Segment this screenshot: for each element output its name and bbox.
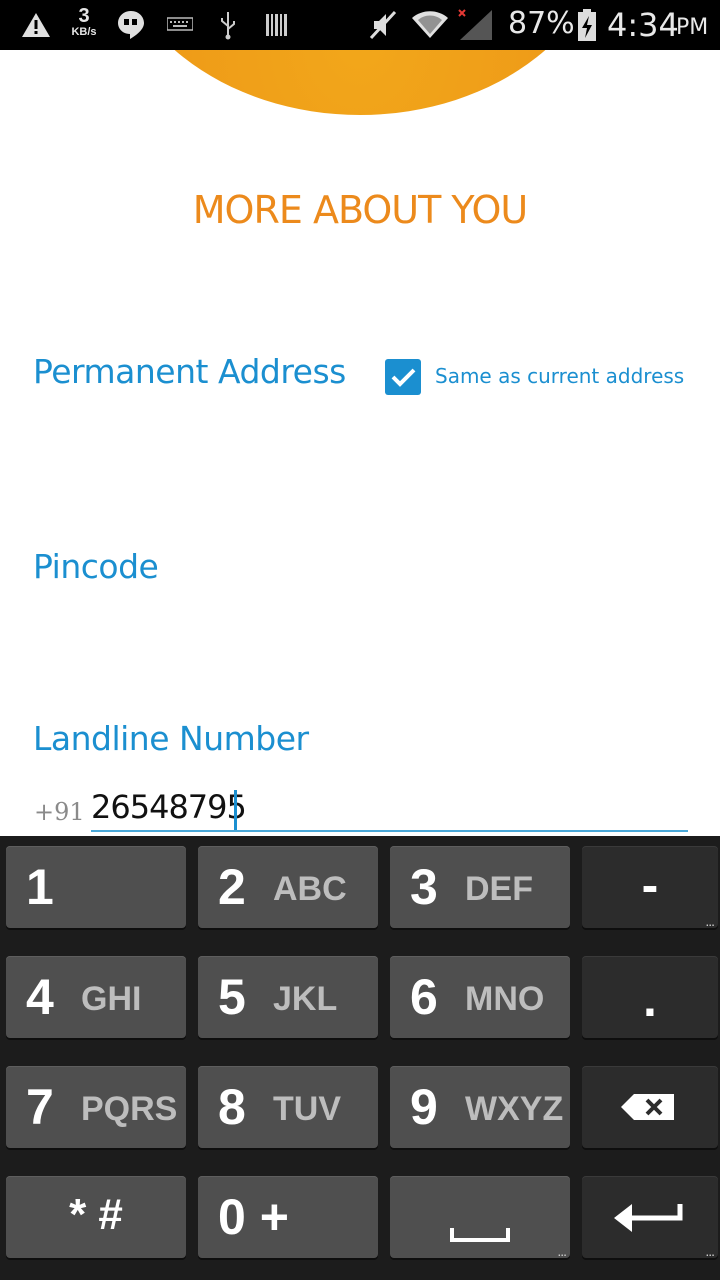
same-address-label[interactable]: Same as current address [435,364,684,388]
key-period-symbol: . [643,971,657,1027]
key-0-plus[interactable]: 0 + [198,1176,378,1258]
permanent-address-label: Permanent Address [33,352,346,391]
pincode-label: Pincode [33,547,159,586]
landline-input-value[interactable]: 26548795 [91,788,247,826]
key-7[interactable]: 7 PQRS [6,1066,186,1148]
key-0-plus-symbol: 0 + [218,1189,289,1245]
page-title: MORE ABOUT YOU [192,188,528,232]
more-options-icon: ... [557,1243,567,1259]
battery-percent: 87% [508,6,575,41]
key-4[interactable]: 4 GHI [6,956,186,1038]
numeric-keyboard: 1 2 ABC 3 DEF - ... 4 GHI 5 JKL 6 MNO . … [0,836,720,1280]
network-speed: 3 KB/s [66,6,102,38]
signal-icon [456,8,494,42]
key-1-digit: 1 [26,859,54,915]
key-2-letters: ABC [273,870,347,908]
key-6-digit: 6 [410,969,438,1025]
key-2[interactable]: 2 ABC [198,846,378,928]
key-star-hash[interactable]: * # [6,1176,186,1258]
speed-unit: KB/s [71,26,97,38]
key-3-letters: DEF [465,870,533,908]
key-2-digit: 2 [218,859,246,915]
app-content: MORE ABOUT YOU Permanent Address Same as… [0,50,720,836]
space-key[interactable]: ... [390,1176,570,1258]
battery-charging-icon [576,8,598,42]
key-1[interactable]: 1 [6,846,186,928]
key-8[interactable]: 8 TUV [198,1066,378,1148]
key-5-digit: 5 [218,969,246,1025]
key-9-digit: 9 [410,1079,438,1135]
text-caret [234,790,237,830]
mute-icon [366,8,400,42]
enter-key[interactable]: ... [582,1176,718,1258]
key-9[interactable]: 9 WXYZ [390,1066,570,1148]
backspace-icon [621,1094,674,1120]
key-6-letters: MNO [465,980,545,1018]
clock-ampm: PM [676,15,709,40]
same-address-checkbox[interactable] [385,359,421,395]
space-icon [450,1228,510,1242]
keyboard-icon [166,8,194,42]
key-minus-symbol: - [641,857,659,913]
usb-icon [216,8,240,42]
more-options-icon: ... [705,1243,715,1259]
key-7-digit: 7 [26,1079,54,1135]
key-5-letters: JKL [273,980,338,1018]
barcode-icon [264,8,290,42]
warning-icon [20,8,52,42]
key-4-letters: GHI [81,980,142,1018]
key-star-hash-symbol: * # [69,1190,123,1239]
backspace-key[interactable] [582,1066,718,1148]
landline-label: Landline Number [33,719,309,758]
key-3[interactable]: 3 DEF [390,846,570,928]
enter-icon [614,1204,683,1232]
wifi-icon [410,8,450,42]
key-4-digit: 4 [26,969,54,1025]
key-minus[interactable]: - ... [582,846,718,928]
key-8-letters: TUV [273,1090,341,1128]
key-7-letters: PQRS [81,1090,178,1128]
speed-value: 3 [78,5,90,27]
hangouts-icon [116,8,146,42]
key-6[interactable]: 6 MNO [390,956,570,1038]
header-sun-graphic [110,50,610,115]
key-period[interactable]: . [582,956,718,1038]
key-3-digit: 3 [410,859,438,915]
clock-time: 4:34 [607,6,679,44]
country-code-prefix: +91 [34,798,85,826]
key-5[interactable]: 5 JKL [198,956,378,1038]
checkmark-icon [391,368,416,387]
key-8-digit: 8 [218,1079,246,1135]
status-bar: 3 KB/s 87% 4:34 PM [0,0,720,50]
more-options-icon: ... [705,913,715,929]
key-9-letters: WXYZ [465,1090,564,1128]
